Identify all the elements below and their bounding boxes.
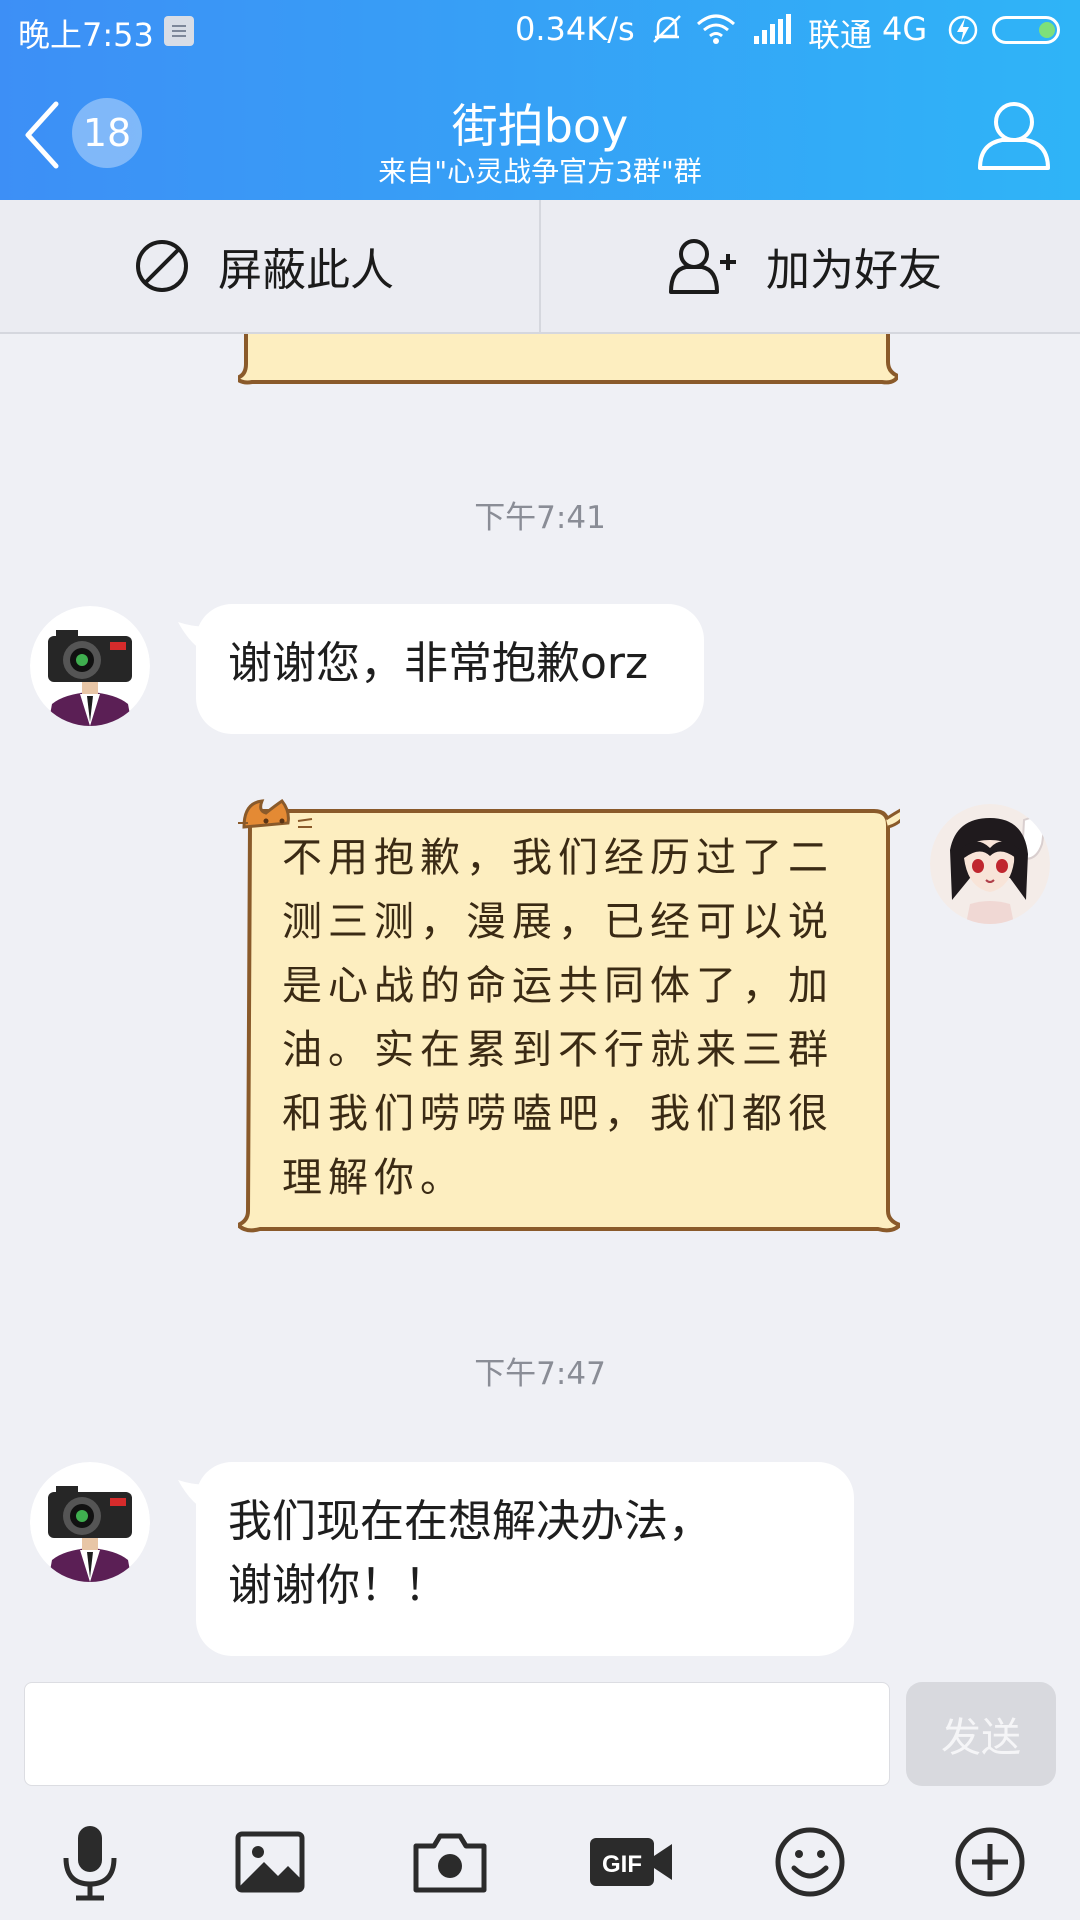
action-divider [539,200,541,332]
back-arrow-icon[interactable] [18,98,68,172]
status-time: 晚上7:53 [18,16,154,54]
image-icon[interactable] [230,1822,310,1902]
message-text-line: 我们现在在想解决办法， [228,1496,712,1547]
profile-icon[interactable] [976,96,1052,172]
charging-icon [948,15,978,45]
microphone-icon[interactable] [50,1822,130,1902]
add-friend-label: 加为好友 [766,245,942,296]
notification-icon [164,16,194,46]
sender-avatar[interactable] [30,606,150,726]
anime-girl-avatar-icon [930,804,1050,924]
message-text-line: 谢谢你！！ [228,1560,448,1611]
network-speed: 0.34K/s [515,10,635,48]
block-user-label: 屏蔽此人 [218,245,394,296]
carrier-name: 联通 [808,16,873,54]
unread-count-badge[interactable]: 18 [72,98,142,168]
stranger-action-bar: 屏蔽此人 加为好友 [0,200,1080,334]
wifi-icon [697,14,735,44]
battery-icon [992,16,1060,44]
timestamp: 下午7:41 [474,500,606,536]
chat-title: 街拍boy [451,99,629,153]
outgoing-message-text: 不用抱歉，我们经历过了二测三测，漫展，已经可以说是心战的命运共同体了，加油。实在… [282,835,834,1201]
add-friend-button[interactable]: 加为好友 [668,200,942,332]
camera-person-avatar-icon [30,1462,150,1582]
block-icon [136,240,188,292]
add-friend-icon [669,239,736,294]
emoji-icon[interactable] [770,1822,850,1902]
network-type: 4G [882,10,928,48]
previous-message-bubble [238,332,898,385]
chat-area[interactable]: 下午7:41 谢谢您，非常抱歉orz 不用抱歉，我们经历过了二测三测，漫展，已经… [0,332,1080,1682]
gif-icon[interactable]: GIF [586,1822,676,1902]
message-text: 谢谢您，非常抱歉orz [228,638,649,689]
incoming-message-bubble[interactable]: 我们现在在想解决办法， 谢谢你！！ [196,1462,854,1656]
my-avatar[interactable] [930,804,1050,924]
input-bar: 发送 [0,1682,1080,1786]
bell-muted-icon [653,15,681,43]
send-button[interactable]: 发送 [906,1682,1056,1786]
plus-icon[interactable] [950,1822,1030,1902]
incoming-message-bubble[interactable]: 谢谢您，非常抱歉orz [196,604,704,734]
chat-subtitle: 来自"心灵战争官方3群"群 [378,155,702,188]
top-bar: 晚上7:53 0.34K/s 联通 4G 18 街拍boy 来自"心灵战争官方3… [0,0,1080,200]
status-bar: 晚上7:53 0.34K/s 联通 4G [0,0,1080,60]
svg-text:GIF: GIF [602,1851,642,1878]
input-toolbar: GIF [0,1796,1080,1920]
sender-avatar[interactable] [30,1462,150,1582]
signal-icon [754,14,791,44]
camera-icon[interactable] [410,1822,490,1902]
block-user-button[interactable]: 屏蔽此人 [134,200,394,332]
timestamp: 下午7:47 [474,1356,606,1392]
camera-person-avatar-icon [30,606,150,726]
message-input[interactable] [24,1682,890,1786]
